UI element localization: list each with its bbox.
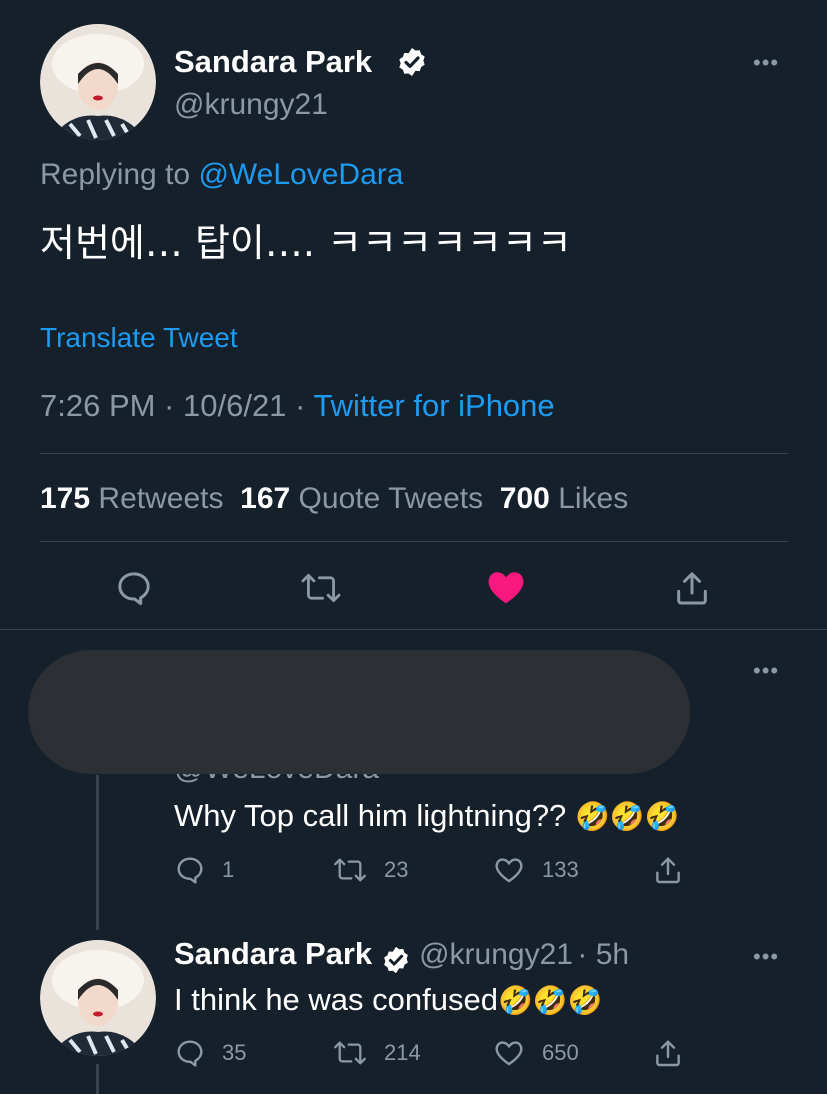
author-name[interactable]: Sandara Park xyxy=(174,44,372,80)
tweet-stats: 175 Retweets 167 Quote Tweets 700 Likes xyxy=(40,482,628,516)
likes-count: 700 xyxy=(499,482,550,515)
like-count: 650 xyxy=(542,1040,579,1065)
retweets-count: 175 xyxy=(40,482,91,515)
share-icon[interactable] xyxy=(672,568,712,608)
like-count: 133 xyxy=(542,857,579,882)
reply-header: Sandara Park @krungy21 · 5h xyxy=(174,936,629,975)
retweets-stat[interactable]: 175 Retweets xyxy=(40,482,223,515)
like-action[interactable]: 650 xyxy=(492,1037,579,1069)
retweet-action[interactable]: 214 xyxy=(332,1037,421,1069)
replying-to-link[interactable]: @WeLoveDara xyxy=(198,158,403,191)
tweet-text: 저번에… 탑이…. ㅋㅋㅋㅋㅋㅋㅋ xyxy=(40,221,572,265)
retweets-label: Retweets xyxy=(98,482,224,515)
replying-prefix: Replying to xyxy=(40,158,191,191)
heart-icon xyxy=(495,858,523,883)
thread-line xyxy=(96,1064,99,1094)
reply-text: I think he was confused🤣🤣🤣 xyxy=(174,982,603,1018)
quotes-count: 167 xyxy=(240,482,291,515)
like-action[interactable]: 133 xyxy=(492,854,579,886)
reply-time[interactable]: · 5h xyxy=(577,938,629,971)
retweet-action[interactable]: 23 xyxy=(332,854,408,886)
reply-action[interactable]: 1 xyxy=(174,854,234,886)
laughing-emoji-icon: 🤣🤣🤣 xyxy=(574,801,680,832)
redaction-overlay xyxy=(28,650,690,774)
reply-text-content: I think he was confused xyxy=(174,982,498,1017)
reply-icon xyxy=(177,857,203,884)
author-name[interactable]: Sandara Park xyxy=(174,936,372,971)
retweet-icon[interactable] xyxy=(299,568,343,608)
quotes-label: Quote Tweets xyxy=(298,482,484,515)
verified-badge-icon xyxy=(383,946,408,973)
reply-count: 1 xyxy=(222,857,235,882)
likes-label: Likes xyxy=(558,482,629,515)
avatar-photo xyxy=(40,24,156,140)
reply-icon xyxy=(177,1040,203,1067)
tweet-source-link[interactable]: Twitter for iPhone xyxy=(313,388,554,423)
more-icon[interactable]: ••• xyxy=(753,52,779,74)
avatar-photo xyxy=(40,940,156,1056)
translate-tweet-link[interactable]: Translate Tweet xyxy=(40,322,238,354)
divider xyxy=(0,629,827,630)
author-handle[interactable]: @krungy21 xyxy=(174,88,328,122)
author-handle[interactable]: @krungy21 xyxy=(419,938,573,971)
likes-stat[interactable]: 700 Likes xyxy=(500,482,628,515)
share-icon[interactable] xyxy=(652,1037,684,1069)
reply-text-content: Why Top call him lightning?? xyxy=(174,798,567,833)
laughing-emoji-icon: 🤣🤣🤣 xyxy=(497,985,603,1016)
heart-icon[interactable] xyxy=(485,566,527,608)
replying-to-line: Replying to @WeLoveDara xyxy=(40,158,403,192)
avatar[interactable] xyxy=(40,24,156,140)
retweet-icon xyxy=(334,1041,366,1065)
more-icon[interactable]: ••• xyxy=(753,660,779,682)
retweet-count: 23 xyxy=(384,857,409,882)
verified-badge-icon xyxy=(399,48,425,76)
divider xyxy=(40,453,788,454)
tweet-timestamp-line: 7:26 PM · 10/6/21 · Twitter for iPhone xyxy=(40,388,555,424)
more-icon[interactable]: ••• xyxy=(753,946,779,968)
quotes-stat[interactable]: 167 Quote Tweets xyxy=(240,482,483,515)
avatar[interactable] xyxy=(40,940,156,1056)
retweet-count: 214 xyxy=(384,1040,421,1065)
divider xyxy=(40,541,788,542)
reply-text: Why Top call him lightning?? 🤣🤣🤣 xyxy=(174,798,680,834)
reply-count: 35 xyxy=(222,1040,247,1065)
thread-line xyxy=(96,775,99,930)
reply-action[interactable]: 35 xyxy=(174,1037,246,1069)
reply-icon[interactable] xyxy=(114,568,154,608)
share-icon[interactable] xyxy=(652,854,684,886)
retweet-icon xyxy=(334,858,366,882)
heart-icon xyxy=(495,1041,523,1066)
tweet-time[interactable]: 7:26 PM · 10/6/21 · xyxy=(40,388,305,423)
